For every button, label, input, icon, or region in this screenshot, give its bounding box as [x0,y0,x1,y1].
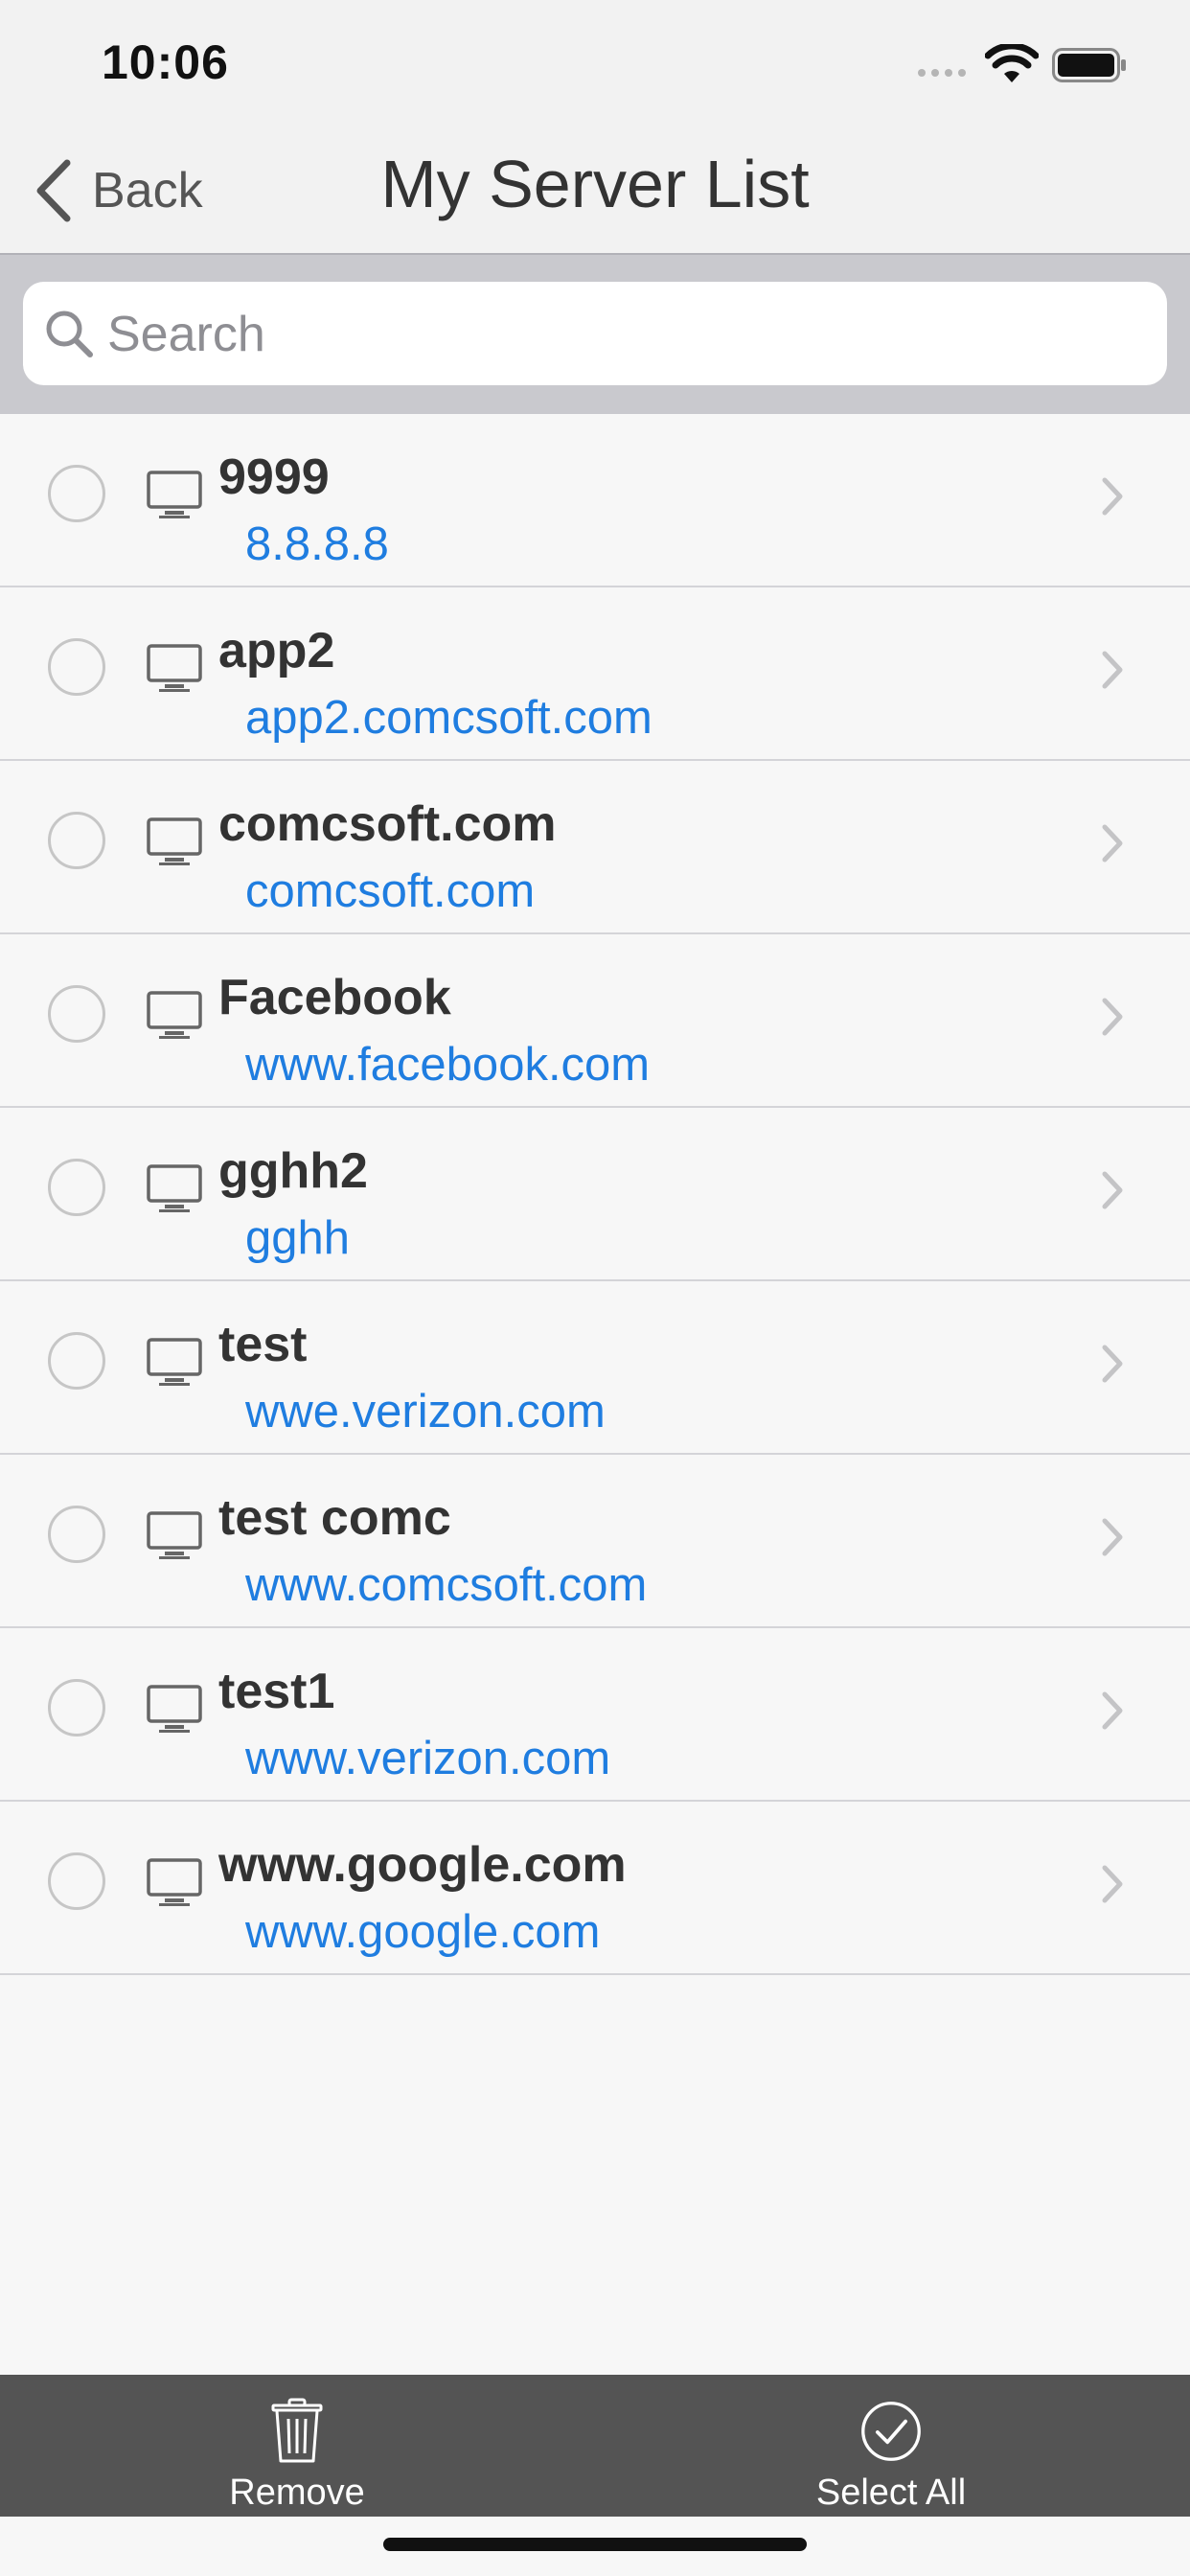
select-radio[interactable] [48,1679,105,1736]
monitor-icon [147,471,202,518]
select-all-label: Select All [815,2472,967,2513]
chevron-right-icon [1102,651,1123,689]
check-circle-icon [861,2402,921,2461]
trash-icon [271,2398,323,2463]
monitor-icon [147,1685,202,1733]
server-host: comcsoft.com [245,865,536,917]
bottom-toolbar: Remove Select All [0,2375,1190,2517]
select-radio[interactable] [48,638,105,696]
server-row[interactable]: Facebook www.facebook.com [0,934,1190,1108]
server-host: www.google.com [245,1906,601,1958]
server-host: app2.comcsoft.com [245,692,652,744]
server-name: test [218,1317,308,1372]
search-icon [46,310,93,357]
server-name: www.google.com [218,1837,627,1893]
navigation-bar: Back My Server List [0,125,1190,255]
home-indicator[interactable] [383,2538,807,2551]
search-input[interactable] [105,282,1154,387]
remove-button[interactable]: Remove [153,2375,441,2517]
chevron-right-icon [1102,998,1123,1036]
chevron-right-icon [1102,477,1123,516]
status-bar: 10:06 [0,0,1190,125]
server-name: app2 [218,623,335,678]
select-radio[interactable] [48,812,105,869]
monitor-icon [147,1511,202,1559]
server-host: 8.8.8.8 [245,518,389,570]
search-bar [0,255,1190,414]
select-radio[interactable] [48,985,105,1043]
remove-label: Remove [229,2472,365,2513]
wifi-icon [985,44,1039,82]
chevron-right-icon [1102,1345,1123,1383]
server-row[interactable]: gghh2 gghh [0,1108,1190,1281]
server-host: gghh [245,1212,351,1264]
server-row[interactable]: test1 www.verizon.com [0,1628,1190,1802]
chevron-right-icon [1102,1518,1123,1556]
monitor-icon [147,1338,202,1386]
status-time: 10:06 [102,35,229,89]
server-host: wwe.verizon.com [245,1386,606,1438]
server-list: 9999 8.8.8.8 app2 app2.comcsoft.com comc… [0,414,1190,1975]
chevron-right-icon [1102,1171,1123,1209]
select-radio[interactable] [48,1852,105,1910]
server-name: test1 [218,1664,335,1719]
select-radio[interactable] [48,465,105,522]
server-host: www.comcsoft.com [245,1559,648,1611]
server-row[interactable]: test comc www.comcsoft.com [0,1455,1190,1628]
server-name: test comc [218,1490,451,1546]
server-name: Facebook [218,970,451,1025]
chevron-right-icon [1102,1691,1123,1730]
monitor-icon [147,991,202,1039]
server-name: gghh2 [218,1143,368,1199]
select-radio[interactable] [48,1159,105,1216]
monitor-icon [147,1164,202,1212]
page-title: My Server List [380,147,810,221]
select-radio[interactable] [48,1506,105,1563]
server-row[interactable]: www.google.com www.google.com [0,1802,1190,1975]
server-host: www.verizon.com [245,1733,611,1784]
search-box[interactable] [23,282,1167,387]
select-all-button[interactable]: Select All [747,2375,1035,2517]
monitor-icon [147,1858,202,1906]
monitor-icon [147,817,202,865]
server-row[interactable]: app2 app2.comcsoft.com [0,587,1190,761]
server-name: comcsoft.com [218,796,557,852]
server-row[interactable]: test wwe.verizon.com [0,1281,1190,1455]
chevron-right-icon [1102,824,1123,862]
server-name: 9999 [218,449,330,505]
server-host: www.facebook.com [245,1039,651,1091]
cellular-signal-icon [918,69,966,77]
chevron-right-icon [1102,1865,1123,1903]
monitor-icon [147,644,202,692]
home-area [0,2517,1190,2576]
battery-icon [1052,48,1126,82]
server-row[interactable]: comcsoft.com comcsoft.com [0,761,1190,934]
select-radio[interactable] [48,1332,105,1390]
server-row[interactable]: 9999 8.8.8.8 [0,414,1190,587]
